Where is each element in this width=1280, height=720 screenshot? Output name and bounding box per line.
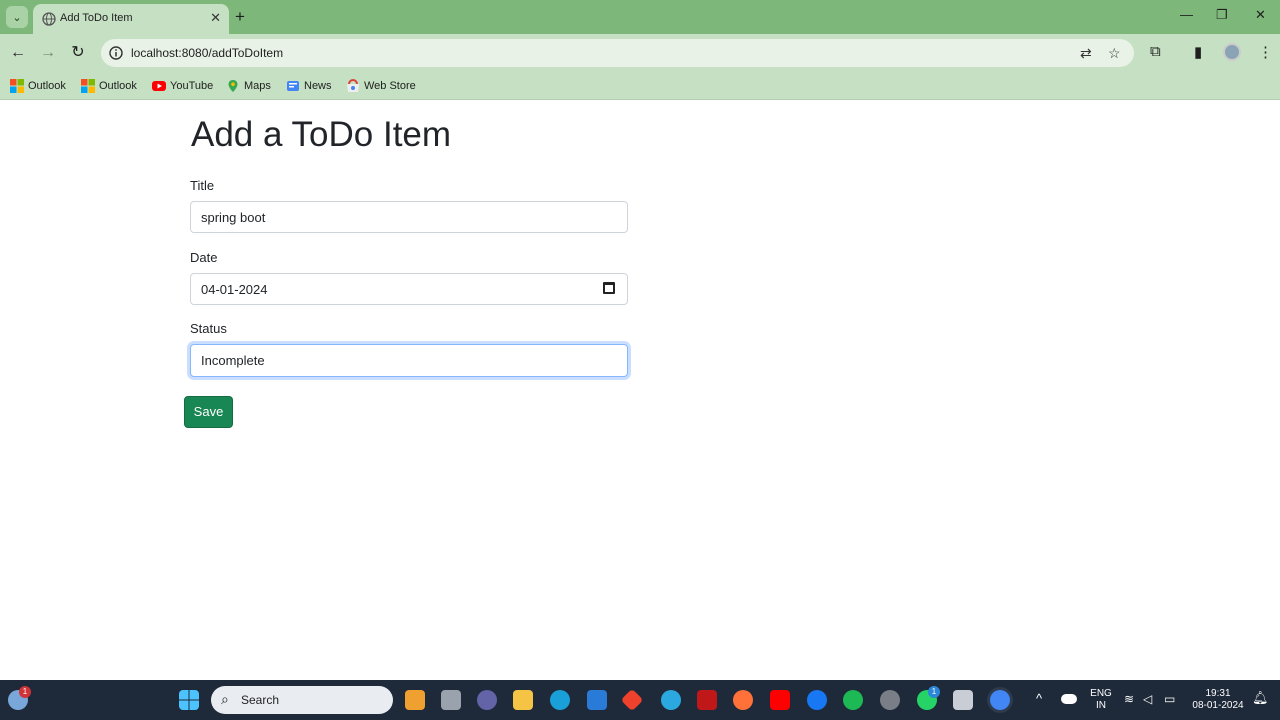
bookmark-label: Outlook <box>99 80 137 92</box>
status-input[interactable]: Incomplete <box>190 344 628 377</box>
task-view-icon[interactable] <box>441 690 461 710</box>
chrome-icon[interactable] <box>990 690 1010 710</box>
bookmark-label: Maps <box>244 80 271 92</box>
globe-icon <box>42 12 56 26</box>
page-title: Add a ToDo Item <box>191 115 452 154</box>
bookmark-outlook-2[interactable]: Outlook <box>81 78 137 94</box>
restore-icon[interactable]: ❐ <box>1216 7 1228 23</box>
chevron-down-icon: ⌄ <box>12 11 22 24</box>
bookmark-maps[interactable]: Maps <box>226 78 271 94</box>
volume-icon[interactable]: ◁ <box>1143 693 1152 705</box>
web-store-icon <box>347 79 359 92</box>
tab-title: Add ToDo Item <box>60 12 133 24</box>
edge-icon[interactable] <box>550 690 570 710</box>
page-content: Add a ToDo Item Title spring boot Date 0… <box>0 101 1280 680</box>
youtube-app-icon[interactable] <box>770 690 790 710</box>
start-windows-icon[interactable] <box>179 690 199 710</box>
language-line2: IN <box>1096 700 1106 711</box>
title-input[interactable]: spring boot <box>190 201 628 233</box>
whatsapp-badge: 1 <box>928 686 940 698</box>
clock-date: 08-01-2024 <box>1192 700 1244 711</box>
title-label: Title <box>190 178 215 193</box>
microsoft-store-icon[interactable] <box>587 690 607 710</box>
new-tab-icon[interactable]: + <box>235 7 245 27</box>
address-bar[interactable]: localhost:8080/addToDoItem ⇄ ☆ <box>101 39 1134 67</box>
bookmark-outlook-1[interactable]: Outlook <box>10 78 66 94</box>
extensions-icon[interactable]: ⧉ <box>1150 43 1161 60</box>
news-icon <box>287 81 299 91</box>
mcafee-icon[interactable] <box>697 690 717 710</box>
windows-logo-icon <box>81 79 95 93</box>
language-indicator[interactable]: ENG IN <box>1088 688 1114 712</box>
more-menu-icon[interactable]: ⋮ <box>1258 43 1273 61</box>
close-window-icon[interactable]: ✕ <box>1255 7 1266 23</box>
tab-search-dropdown-button[interactable]: ⌄ <box>6 6 28 28</box>
anydesk-icon[interactable] <box>620 688 644 712</box>
youtube-icon <box>152 81 166 91</box>
notification-bell-icon[interactable]: 🔔︎ <box>1252 691 1269 704</box>
firefox-icon[interactable] <box>733 690 753 710</box>
windows-logo-icon <box>10 79 24 93</box>
taskbar-search[interactable]: ⌕ Search <box>211 686 393 714</box>
facebook-icon[interactable] <box>807 690 827 710</box>
forward-arrow-icon[interactable]: → <box>38 43 58 63</box>
bookmark-web-store[interactable]: Web Store <box>346 78 416 94</box>
reload-icon[interactable]: ↻ <box>68 43 88 63</box>
calendar-icon[interactable] <box>603 282 615 294</box>
taskbar-search-label: Search <box>241 693 280 707</box>
browser-toolbar: ← → ↻ localhost:8080/addToDoItem ⇄ ☆ ⧉ ▮… <box>0 34 1280 72</box>
status-input-value: Incomplete <box>201 353 265 368</box>
wifi-icon[interactable]: ≋ <box>1124 693 1134 705</box>
date-input[interactable]: 04-01-2024 <box>190 273 628 305</box>
settings-gear-icon[interactable] <box>880 690 900 710</box>
clock[interactable]: 19:31 08-01-2024 <box>1188 688 1248 712</box>
side-panel-icon[interactable]: ▮ <box>1194 43 1202 61</box>
internet-explorer-icon[interactable] <box>661 690 681 710</box>
file-explorer-icon[interactable] <box>513 690 533 710</box>
tab-strip: ⌄ Add ToDo Item ✕ + — ❐ ✕ <box>0 0 1280 34</box>
back-arrow-icon[interactable]: ← <box>8 43 28 63</box>
windows-taskbar: 1 ⌕ Search 1 ^ ENG IN ≋ ◁ ▭ 19:31 08-01-… <box>0 680 1280 720</box>
show-hidden-icons-chevron-icon[interactable]: ^ <box>1036 692 1042 705</box>
close-tab-icon[interactable]: ✕ <box>210 10 221 26</box>
copilot-icon[interactable] <box>405 690 425 710</box>
site-info-icon[interactable] <box>109 46 123 60</box>
tab-active[interactable]: Add ToDo Item ✕ <box>33 4 229 34</box>
app-window-icon[interactable] <box>953 690 973 710</box>
date-label: Date <box>190 250 218 265</box>
url-text: localhost:8080/addToDoItem <box>131 46 284 60</box>
bookmark-label: Web Store <box>364 80 416 92</box>
status-label: Status <box>190 321 227 336</box>
spotify-icon[interactable] <box>843 690 863 710</box>
bookmark-label: YouTube <box>170 80 214 92</box>
bookmarks-bar: Outlook Outlook YouTube Maps News Web St… <box>0 72 1280 100</box>
bookmark-star-icon[interactable]: ☆ <box>1108 45 1121 62</box>
translate-icon[interactable]: ⇄ <box>1080 45 1092 62</box>
date-input-value: 04-01-2024 <box>201 282 268 297</box>
clock-time: 19:31 <box>1205 688 1231 699</box>
save-button[interactable]: Save <box>184 396 233 428</box>
onedrive-cloud-icon[interactable] <box>1061 694 1077 704</box>
battery-icon[interactable]: ▭ <box>1164 693 1175 705</box>
profile-avatar[interactable] <box>1223 43 1241 61</box>
bookmark-label: News <box>304 80 332 92</box>
search-icon: ⌕ <box>221 691 229 707</box>
minimize-icon[interactable]: — <box>1180 7 1193 22</box>
teams-chat-icon[interactable] <box>477 690 497 710</box>
bookmark-news[interactable]: News <box>286 78 332 94</box>
language-line1: ENG <box>1090 688 1112 699</box>
bookmark-youtube[interactable]: YouTube <box>152 78 213 94</box>
bookmark-label: Outlook <box>28 80 66 92</box>
maps-icon <box>228 80 238 92</box>
weather-badge: 1 <box>19 686 31 698</box>
title-input-value: spring boot <box>201 210 266 225</box>
